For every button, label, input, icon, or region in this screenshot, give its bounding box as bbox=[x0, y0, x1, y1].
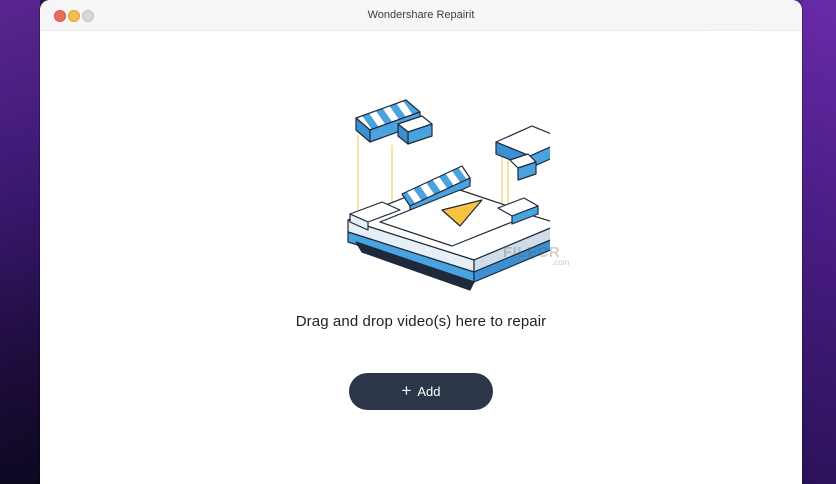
plus-icon: + bbox=[401, 381, 412, 400]
window-title: Wondershare Repairit bbox=[367, 9, 475, 21]
add-button-label: Add bbox=[417, 384, 441, 399]
watermark-suffix: .com bbox=[552, 258, 570, 267]
app-window: Wondershare Repairit FILECR .com Drag an… bbox=[40, 0, 802, 484]
video-board bbox=[347, 165, 550, 291]
add-button[interactable]: + Add bbox=[349, 373, 493, 410]
drop-zone-instruction: Drag and drop video(s) here to repair bbox=[295, 313, 547, 330]
puzzle-piece-top-right bbox=[495, 125, 550, 181]
video-repair-illustration bbox=[347, 99, 550, 291]
title-bar-divider bbox=[706, 24, 756, 25]
title-bar[interactable]: Wondershare Repairit bbox=[40, 0, 802, 31]
desktop-wallpaper-right bbox=[802, 0, 836, 484]
desktop-wallpaper-left bbox=[0, 0, 40, 484]
puzzle-piece-top-left bbox=[355, 99, 433, 145]
